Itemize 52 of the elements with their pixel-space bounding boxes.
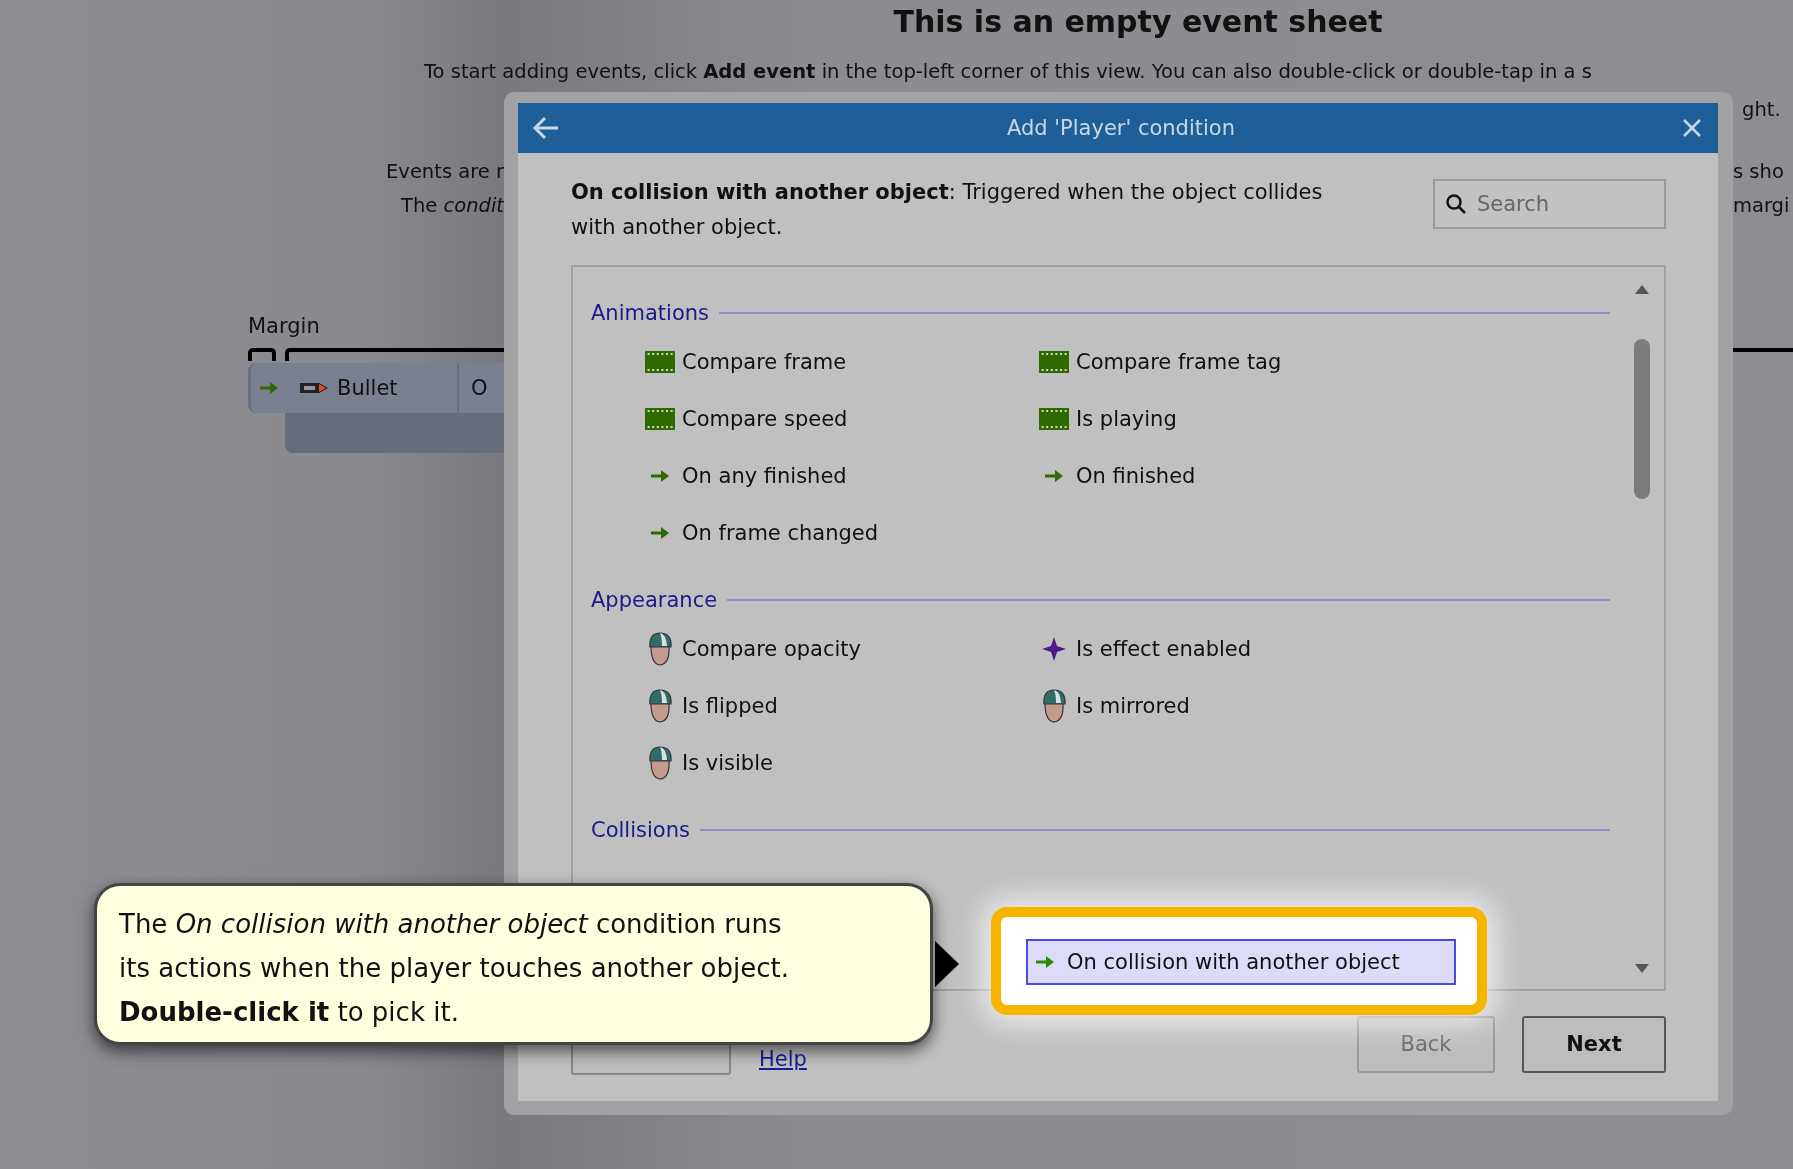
film-icon (1038, 407, 1069, 430)
condition-item[interactable]: Compare opacity (643, 620, 1037, 677)
film-icon (644, 407, 675, 430)
scrollbar-thumb[interactable] (1634, 339, 1650, 499)
character-icon (1040, 688, 1067, 723)
arrow-icon (1034, 955, 1055, 969)
arrow-icon (259, 381, 279, 395)
condition-item[interactable]: On collision with another object (1026, 939, 1456, 985)
dialog-title: Add 'Player' condition (1006, 116, 1236, 140)
condition-item[interactable]: Is visible (643, 734, 1037, 791)
intro-text: Events are r (386, 159, 504, 185)
film-icon (644, 350, 675, 373)
condition-item[interactable]: Compare speed (643, 390, 1037, 447)
pointer-icon (935, 941, 959, 987)
back-arrow-icon[interactable] (532, 116, 560, 140)
intro-text: The condit (401, 193, 504, 219)
section-heading: Animations (591, 301, 709, 325)
bullet-icon (299, 381, 329, 395)
condition-item[interactable]: Is playing (1037, 390, 1431, 447)
arrow-icon (649, 468, 670, 483)
condition-item[interactable]: On finished (1037, 447, 1431, 504)
scroll-up-icon[interactable] (1634, 283, 1650, 295)
next-button[interactable]: Next (1522, 1015, 1666, 1073)
object-name: Bullet (337, 376, 399, 400)
section-heading: Collisions (591, 818, 690, 842)
condition-item[interactable]: On frame changed (643, 504, 1037, 561)
search-field[interactable]: Search (1433, 179, 1666, 229)
help-link[interactable]: Help (759, 1047, 807, 1071)
condition-item[interactable]: Compare frame (643, 333, 1037, 390)
close-icon[interactable] (1682, 118, 1702, 138)
arrow-icon (1043, 468, 1064, 483)
condition-item[interactable]: On any finished (643, 447, 1037, 504)
character-icon (646, 745, 673, 780)
condition-item[interactable]: Is effect enabled (1037, 620, 1431, 677)
character-icon (646, 631, 673, 666)
tooltip-text: The On collision with another object condition runs its actions when the player touches another object. Double-click it to pick it. (119, 908, 790, 1029)
intro-text: ght. (1742, 97, 1781, 123)
character-icon (646, 688, 673, 723)
arrow-icon (649, 525, 670, 540)
condition-description: On collision with another object: Triggered when the object collides with another object. (571, 179, 1324, 241)
scroll-down-icon[interactable] (1634, 963, 1650, 975)
sheet-title: This is an empty event sheet (893, 3, 1383, 41)
search-icon (1445, 193, 1467, 215)
intro-text: s sho (1733, 159, 1784, 185)
condition-item[interactable]: Is mirrored (1037, 677, 1431, 734)
condition-item[interactable]: Compare frame tag (1037, 333, 1431, 390)
intro-text: margi (1733, 193, 1790, 219)
condition-item[interactable]: Is flipped (643, 677, 1037, 734)
section-heading: Appearance (591, 588, 718, 612)
film-icon (1038, 350, 1069, 373)
margin-label: Margin (248, 313, 320, 340)
intro-text: To start adding events, click Add event in the top-left corner of this view. You can also double-click or double-tap in a s (424, 59, 1592, 85)
